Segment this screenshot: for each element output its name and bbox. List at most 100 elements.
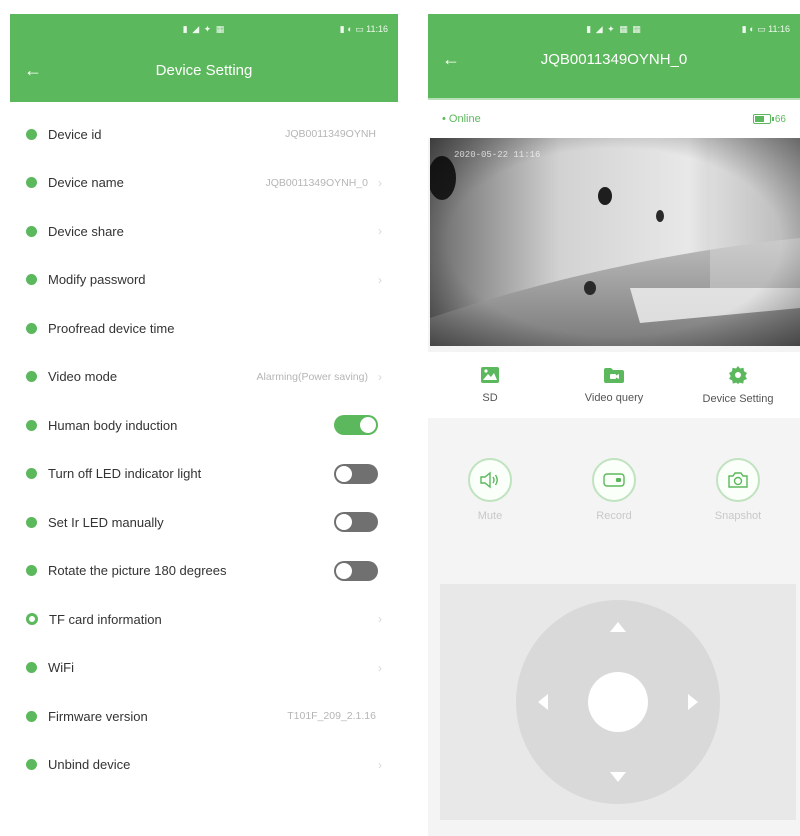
bullet-icon (26, 565, 37, 577)
record-icon (603, 473, 625, 487)
setting-label: TF card information (49, 611, 162, 627)
page-title: Device Setting (155, 61, 253, 79)
chevron-right-icon: › (378, 224, 382, 239)
bullet-icon (26, 128, 37, 140)
action-row: SD Video query Device Setting (428, 352, 800, 418)
setting-firmware-version[interactable]: Firmware version T101F_209_2.1.16 (10, 692, 398, 741)
toggle-knob (360, 417, 376, 434)
status-clock: ▮ ◐ ▭ 11:16 (339, 24, 388, 34)
back-arrow-icon[interactable]: ← (442, 50, 460, 68)
device-status-bar: • Online 66 (428, 98, 800, 138)
snapshot-control[interactable]: Snapshot (676, 458, 800, 548)
ir-led-toggle[interactable] (334, 512, 378, 533)
toggle-knob (336, 562, 352, 579)
bullet-icon (26, 710, 37, 722)
chevron-right-icon: › (378, 369, 382, 384)
bullet-icon (26, 371, 37, 383)
bullet-icon (26, 274, 37, 286)
sd-card-icon (481, 367, 499, 383)
bullet-icon (26, 419, 37, 431)
setting-modify-password[interactable]: Modify password › (10, 256, 398, 305)
speaker-icon (480, 471, 498, 489)
setting-label: Device name (48, 175, 124, 191)
camera-icon (728, 472, 748, 488)
setting-tf-card[interactable]: TF card information › (10, 595, 398, 644)
camera-image (430, 138, 800, 346)
setting-wifi[interactable]: WiFi › (10, 644, 398, 693)
arrow-right-icon[interactable] (688, 694, 698, 710)
action-label: SD (482, 392, 498, 404)
setting-video-mode[interactable]: Video mode Alarming(Power saving) › (10, 353, 398, 402)
app-bar: ▮ ◢ ✦ ▦ ▮ ◐ ▭ 11:16 ← Device Setting (10, 14, 398, 102)
led-indicator-toggle[interactable] (334, 463, 378, 484)
bullet-icon (26, 322, 37, 334)
arrow-up-icon[interactable] (610, 622, 626, 632)
setting-label: Proofread device time (48, 320, 175, 336)
device-setting-button[interactable]: Device Setting (676, 352, 800, 418)
sd-button[interactable]: SD (428, 352, 552, 418)
setting-device-id[interactable]: Device id JQB0011349OYNH (10, 110, 398, 159)
setting-value: T101F_209_2.1.16 (287, 710, 376, 723)
page-title: JQB0011349OYNH_0 (540, 50, 688, 68)
video-query-button[interactable]: Video query (552, 352, 676, 418)
back-arrow-icon[interactable]: ← (24, 61, 42, 79)
setting-label: Firmware version (48, 708, 148, 724)
setting-label: Human body induction (48, 417, 178, 433)
gear-icon (729, 366, 747, 384)
setting-label: Set Ir LED manually (48, 514, 164, 530)
setting-label: Modify password (48, 272, 146, 288)
video-timestamp: 2020-05-22 11:16 (454, 150, 541, 160)
toggle-knob (336, 514, 352, 531)
action-label: Video query (584, 392, 644, 404)
battery-level: 66 (774, 113, 786, 125)
video-feed[interactable]: 2020-05-22 11:16 (430, 138, 800, 346)
chevron-right-icon: › (378, 757, 382, 772)
control-label: Snapshot (714, 510, 762, 522)
device-setting-screen: ▮ ◢ ✦ ▦ ▮ ◐ ▭ 11:16 ← Device Setting Dev… (10, 14, 398, 836)
status-clock: ▮ ◐ ▭ 11:16 (741, 24, 790, 34)
bullet-icon (26, 662, 37, 674)
setting-proofread-time[interactable]: Proofread device time (10, 304, 398, 353)
settings-list: Device id JQB0011349OYNH Device name JQB… (10, 102, 398, 789)
mute-button[interactable] (468, 458, 512, 502)
setting-label: Device id (48, 126, 102, 142)
human-body-induction-toggle[interactable] (334, 415, 378, 436)
status-icons: ▮ ◢ ✦ ▦ ▦ (586, 23, 642, 34)
control-label: Mute (477, 510, 503, 522)
ptz-joystick[interactable] (516, 600, 720, 804)
battery-icon (752, 114, 774, 124)
setting-ir-led: Set Ir LED manually (10, 498, 398, 547)
chevron-right-icon: › (378, 272, 382, 287)
snapshot-button[interactable] (716, 458, 760, 502)
status-bar: ▮ ◢ ✦ ▦ ▮ ◐ ▭ 11:16 (10, 14, 398, 44)
ptz-center-button[interactable] (588, 672, 648, 732)
setting-unbind-device[interactable]: Unbind device › (10, 741, 398, 790)
setting-device-share[interactable]: Device share › (10, 207, 398, 256)
mute-control[interactable]: Mute (428, 458, 552, 548)
bullet-icon (26, 516, 37, 528)
setting-led-indicator: Turn off LED indicator light (10, 450, 398, 499)
arrow-left-icon[interactable] (538, 694, 548, 710)
status-bar: ▮ ◢ ✦ ▦ ▦ ▮ ◐ ▭ 11:16 (428, 14, 800, 44)
battery-indicator: 66 (752, 113, 786, 125)
rotate-picture-toggle[interactable] (334, 560, 378, 581)
setting-label: Video mode (48, 369, 118, 385)
setting-rotate-picture: Rotate the picture 180 degrees (10, 547, 398, 596)
toggle-knob (336, 465, 352, 482)
setting-label: WiFi (48, 660, 74, 676)
record-control[interactable]: Record (552, 458, 676, 548)
bullet-icon (26, 177, 37, 189)
ptz-panel (440, 584, 796, 820)
action-label: Device Setting (702, 393, 774, 405)
record-button[interactable] (592, 458, 636, 502)
arrow-down-icon[interactable] (610, 772, 626, 782)
status-icons: ▮ ◢ ✦ ▦ (182, 23, 226, 34)
chevron-right-icon: › (378, 612, 382, 627)
setting-human-body-induction: Human body induction (10, 401, 398, 450)
setting-value: JQB0011349OYNH_0 (265, 176, 368, 189)
bullet-icon (26, 468, 37, 480)
video-folder-icon (604, 368, 624, 383)
live-view-screen: ▮ ◢ ✦ ▦ ▦ ▮ ◐ ▭ 11:16 ← JQB0011349OYNH_0… (428, 14, 800, 836)
chevron-right-icon: › (378, 660, 382, 675)
setting-device-name[interactable]: Device name JQB0011349OYNH_0 › (10, 159, 398, 208)
